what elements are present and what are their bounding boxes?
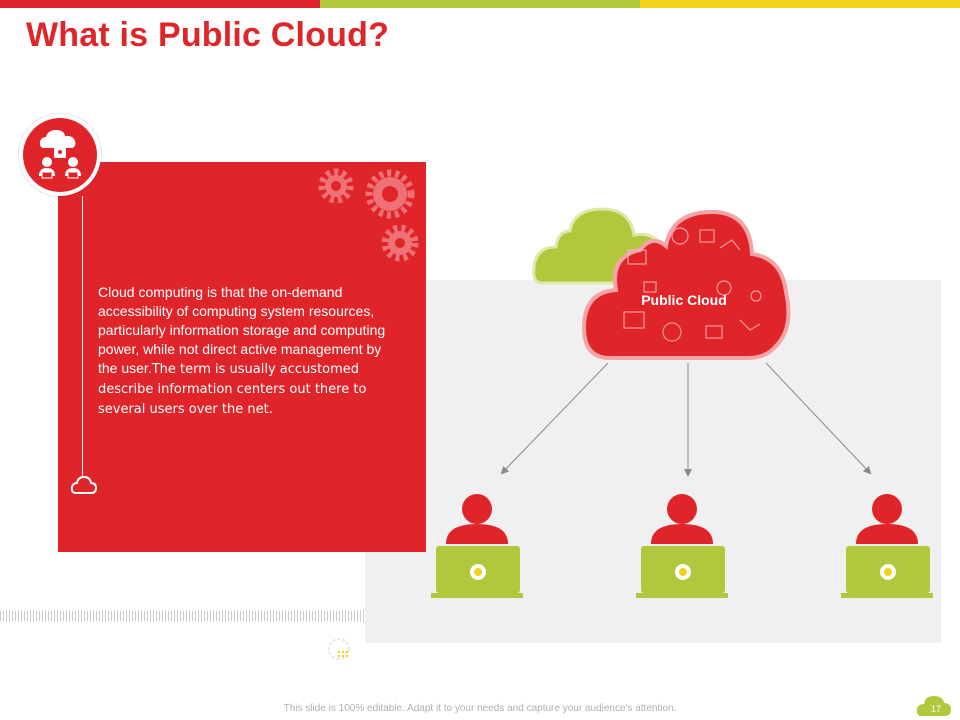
footer-note: This slide is 100% editable. Adapt it to… (283, 703, 677, 714)
badge-inner (23, 118, 97, 192)
user-laptop-icon (841, 494, 933, 598)
cloud-outline-icon (70, 475, 98, 494)
user-laptop-icon (431, 494, 523, 598)
top-color-strip (0, 0, 960, 8)
description-text: Cloud computing is that the on-demand ac… (98, 283, 398, 419)
connector-arrows (500, 362, 872, 477)
cloud-users-icon (39, 130, 81, 179)
dashed-circle-icon (328, 638, 350, 660)
strip-yellow (640, 0, 960, 8)
page-number: 17 (930, 704, 941, 714)
timeline-line (82, 196, 83, 482)
strip-green (320, 0, 640, 8)
slide-title: What is Public Cloud? (26, 16, 390, 54)
public-cloud-shape (581, 209, 791, 360)
decorative-tick-strip (0, 610, 365, 622)
public-cloud-label: Public Cloud (641, 292, 727, 308)
gears-icon (318, 168, 419, 262)
cloud-users-badge (19, 114, 101, 196)
strip-red (0, 0, 320, 8)
user-laptop-icon (636, 494, 728, 598)
